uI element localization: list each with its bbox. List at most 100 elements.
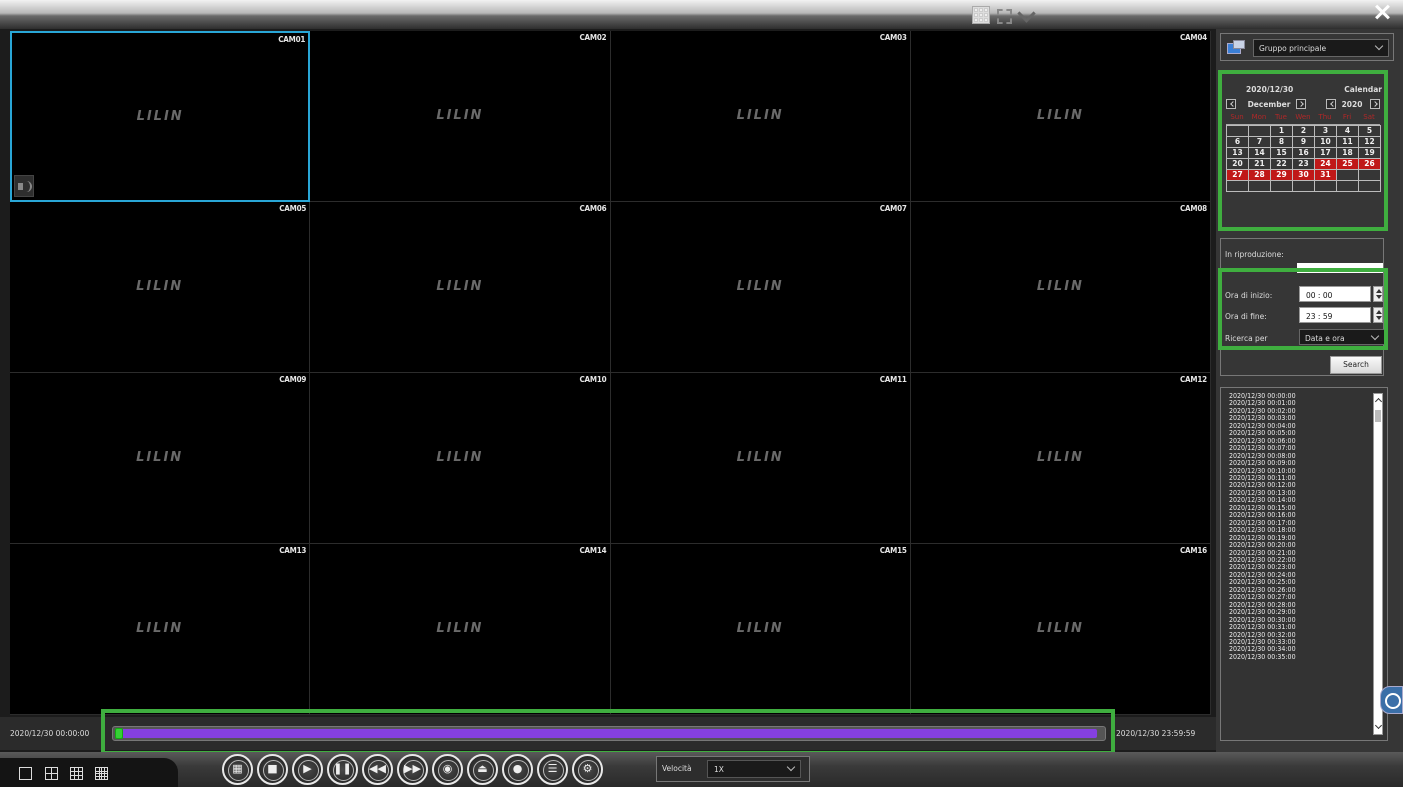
prev-year-button[interactable] [1326,99,1336,109]
camera-cell[interactable]: CAM06 LILIN [310,202,611,373]
lilin-logo: LILIN [436,621,484,636]
list-item[interactable]: 2020/12/30 00:35:00 [1229,653,1374,661]
lilin-logo: LILIN [1036,621,1084,636]
lilin-logo: LILIN [1036,279,1084,294]
right-panel: Gruppo principale 2020/12/30 Calendar De… [1216,29,1403,752]
camera-label: CAM07 [879,204,907,213]
camera-cell[interactable]: CAM13 LILIN [10,544,311,715]
camera-label: CAM08 [1179,204,1207,213]
nine-view-icon[interactable] [70,767,83,780]
fast-forward-button[interactable]: ▶▶ [397,754,428,785]
camera-cell[interactable]: CAM12 LILIN [910,373,1211,544]
list-icon: ☰ [547,762,558,775]
fullscreen-icon[interactable] [994,6,1012,24]
group-select[interactable]: Gruppo principale [1253,39,1389,57]
scroll-up-icon[interactable] [1374,397,1383,406]
camera-cell[interactable]: CAM16 LILIN [910,544,1211,715]
camera-label: CAM13 [279,546,307,555]
rewind-icon: ◀◀ [369,762,386,775]
fast-forward-icon: ▶▶ [404,762,421,775]
pause-button[interactable]: ❚❚ [327,754,358,785]
next-year-button[interactable] [1370,99,1380,109]
export-button[interactable]: ⏏ [467,754,498,785]
speed-control: Velocità 1X [656,756,810,782]
end-time-label: Ora di fine: [1225,312,1267,321]
timeline-bar: 2020/12/30 00:00:00 2020/12/30 23:59:59 [0,717,1216,750]
camera-cell[interactable]: CAM05 LILIN [10,202,311,373]
playback-status-field [1297,263,1383,273]
side-panel-toggle-icon[interactable] [1380,686,1403,714]
start-time-input[interactable]: 00 : 00 [1299,286,1371,302]
camera-cell[interactable]: CAM15 LILIN [610,544,911,715]
lilin-logo: LILIN [136,450,184,465]
list-button[interactable]: ☰ [537,754,568,785]
timeline-playhead[interactable] [115,728,123,739]
camera-cell[interactable]: CAM07 LILIN [610,202,911,373]
sixteen-view-icon[interactable] [95,767,108,780]
camera-cell[interactable]: CAM14 LILIN [310,544,611,715]
weekday-label: Tue [1275,113,1287,121]
grid-layout-button[interactable]: ▦ [222,754,253,785]
calendar-grid: Sun Mon Tue Wen Thu Fri Sat 1 2 3 4 5 6 7 8 9 10 11 12 13 1… [1226,113,1381,192]
search-button[interactable]: Search [1330,356,1382,374]
camera-label: CAM01 [278,35,306,44]
end-time-input[interactable]: 23 : 59 [1299,307,1371,323]
search-by-select[interactable]: Data e ora [1299,329,1385,345]
weekday-label: Sat [1363,113,1375,121]
start-time-spinner[interactable] [1373,286,1383,302]
speed-value: 1X [714,765,724,774]
lilin-logo: LILIN [736,108,784,123]
speaker-icon[interactable] [14,175,34,197]
lilin-logo: LILIN [1036,450,1084,465]
results-scrollbar[interactable] [1373,393,1383,735]
timeline-start-time: 2020/12/30 00:00:00 [10,729,90,738]
play-icon: ▶ [303,762,312,775]
camera-cell[interactable]: CAM01 LILIN [10,31,311,202]
camera-label: CAM14 [579,546,607,555]
record-button[interactable]: ● [502,754,533,785]
weekday-label: Fri [1342,113,1352,121]
scroll-thumb[interactable] [1375,410,1381,422]
record-icon: ● [512,762,523,775]
timeline-track[interactable] [112,726,1106,741]
end-time-spinner[interactable] [1373,307,1383,323]
speed-label: Velocità [662,764,692,773]
camera-cell[interactable]: CAM02 LILIN [310,31,611,202]
layout-grid-icon[interactable] [972,6,990,24]
playback-controls: ▦ ■ ▶ ❚❚ ◀◀ ▶▶ ◉ ⏏ ● ☰ ⚙ [222,754,603,785]
layout-selector [0,758,178,787]
weekday-label: Mon [1251,113,1267,121]
settings-button[interactable]: ⚙ [572,754,603,785]
lilin-logo: LILIN [436,108,484,123]
group-value: Gruppo principale [1259,44,1327,53]
results-items: 2020/12/30 00:00:00 2020/12/30 00:01:00 20… [1229,393,1374,737]
camera-cell[interactable]: CAM03 LILIN [610,31,911,202]
camera-lens-icon: ◉ [442,762,453,775]
prev-month-button[interactable] [1226,99,1236,109]
play-button[interactable]: ▶ [292,754,323,785]
weekday-label: Thu [1318,113,1332,121]
close-icon[interactable] [1375,5,1389,19]
camera-cell[interactable]: CAM04 LILIN [910,31,1211,202]
quad-view-icon[interactable] [45,767,58,780]
speed-select[interactable]: 1X [707,760,801,778]
bottom-toolbar: ▦ ■ ▶ ❚❚ ◀◀ ▶▶ ◉ ⏏ ● ☰ ⚙ Velocità 1X [0,752,1403,787]
lilin-logo: LILIN [136,279,184,294]
stop-button[interactable]: ■ [257,754,288,785]
calendar-empty-cell [1270,180,1293,192]
end-time-row: Ora di fine: 23 : 59 [1225,307,1385,325]
camera-cell[interactable]: CAM11 LILIN [610,373,911,544]
chevron-down-icon[interactable] [1016,6,1036,24]
camera-cell[interactable]: CAM08 LILIN [910,202,1211,373]
rewind-button[interactable]: ◀◀ [362,754,393,785]
timeline-end-time: 2020/12/30 23:59:59 [1116,729,1196,738]
snapshot-button[interactable]: ◉ [432,754,463,785]
next-month-button[interactable] [1296,99,1306,109]
scroll-down-icon[interactable] [1374,721,1383,730]
camera-cell[interactable]: CAM10 LILIN [310,373,611,544]
single-view-icon[interactable] [19,767,32,780]
title-bar [0,0,1403,29]
camera-cell[interactable]: CAM09 LILIN [10,373,311,544]
lilin-logo: LILIN [136,108,184,124]
settings-list-icon: ⚙ [582,762,593,775]
